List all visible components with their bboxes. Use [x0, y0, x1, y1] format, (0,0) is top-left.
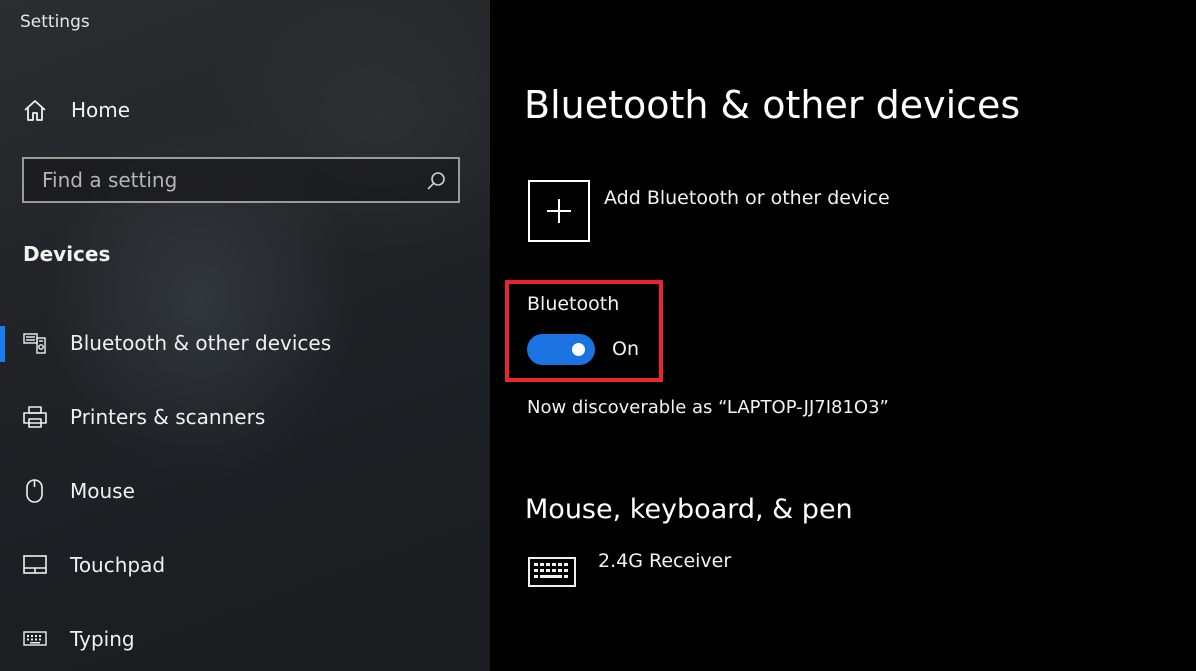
home-icon: [22, 98, 48, 124]
search-input[interactable]: [24, 159, 432, 201]
keyboard-icon: [528, 557, 576, 591]
keyboard-icon: [22, 626, 48, 652]
selection-indicator: [0, 326, 5, 362]
settings-window: Settings Home Devices: [0, 0, 1196, 671]
toggle-knob: [572, 343, 585, 356]
sidebar: Settings Home Devices: [0, 0, 490, 671]
sidebar-item-printers[interactable]: Printers & scanners: [0, 396, 490, 440]
search-icon[interactable]: [426, 171, 446, 191]
sidebar-item-typing[interactable]: Typing: [0, 618, 490, 662]
nav-home[interactable]: Home: [0, 88, 490, 132]
mouse-icon: [22, 478, 48, 504]
sidebar-item-touchpad[interactable]: Touchpad: [0, 544, 490, 588]
device-item-receiver[interactable]: 2.4G Receiver: [528, 548, 928, 596]
sidebar-item-label: Typing: [70, 627, 135, 651]
add-device-button[interactable]: Add Bluetooth or other device: [528, 180, 948, 244]
search-box: [22, 157, 460, 203]
bluetooth-label: Bluetooth: [527, 293, 620, 315]
add-device-label: Add Bluetooth or other device: [604, 187, 890, 209]
main-content: Bluetooth & other devices Add Bluetooth …: [490, 0, 1196, 671]
sidebar-item-bluetooth[interactable]: Bluetooth & other devices: [0, 322, 490, 366]
touchpad-icon: [22, 552, 48, 578]
sidebar-item-label: Printers & scanners: [70, 405, 266, 429]
app-title: Settings: [20, 12, 90, 32]
bluetooth-toggle[interactable]: [527, 334, 595, 365]
discoverable-text: Now discoverable as “LAPTOP-JJ7I81O3”: [527, 397, 889, 418]
sidebar-item-mouse[interactable]: Mouse: [0, 470, 490, 514]
nav-home-label: Home: [71, 98, 131, 122]
sidebar-item-label: Bluetooth & other devices: [70, 331, 332, 355]
device-name: 2.4G Receiver: [598, 550, 732, 572]
sidebar-item-label: Mouse: [70, 479, 135, 503]
sidebar-item-label: Touchpad: [70, 553, 166, 577]
printer-icon: [22, 404, 48, 430]
bluetooth-state-label: On: [612, 338, 639, 360]
page-title: Bluetooth & other devices: [524, 83, 1021, 127]
section-title-mouse-keyboard-pen: Mouse, keyboard, & pen: [525, 494, 853, 525]
plus-icon: [528, 180, 590, 242]
section-header-devices: Devices: [23, 242, 111, 266]
bluetooth-devices-icon: [22, 330, 48, 356]
